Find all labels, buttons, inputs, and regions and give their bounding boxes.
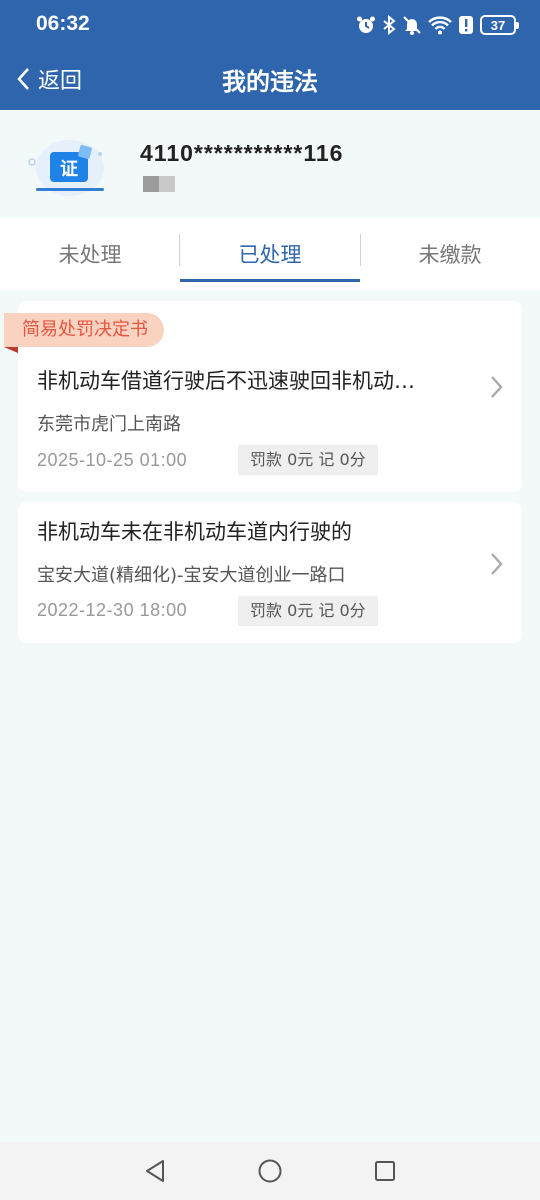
- license-icon-text: 证: [60, 159, 78, 180]
- violation-location: 东莞市虎门上南路: [37, 414, 181, 435]
- tab-divider: [360, 234, 361, 266]
- wifi-icon: [428, 16, 452, 35]
- status-time: 06:32: [36, 12, 90, 35]
- system-nav-bar: [0, 1142, 540, 1200]
- plate-number: 4110***********116: [140, 140, 344, 166]
- bluetooth-icon: [383, 15, 396, 35]
- app-header: 06:32 37 返回 我的违法: [0, 0, 540, 110]
- violation-card[interactable]: 非机动车未在非机动车道内行驶的 宝安大道(精细化)-宝安大道创业一路口 2022…: [18, 502, 522, 643]
- violation-datetime: 2022-12-30 18:00: [37, 600, 188, 620]
- status-icons: 37: [356, 12, 519, 38]
- page-title: 我的违法: [222, 68, 318, 96]
- tab-unpaid[interactable]: 未缴款: [360, 218, 540, 290]
- decision-tag: 简易处罚决定书: [4, 313, 164, 347]
- violation-title: 非机动车未在非机动车道内行驶的: [37, 520, 352, 544]
- status-bar: 06:32 37: [0, 0, 540, 50]
- ribbon-fold: [4, 347, 18, 353]
- penalty-badge: 罚款 0元 记 0分: [238, 596, 378, 626]
- tab-bar: 未处理 已处理 未缴款: [0, 218, 540, 290]
- chevron-right-icon: [491, 376, 503, 398]
- nav-bar: 返回 我的违法: [0, 50, 540, 110]
- mute-icon: [403, 16, 421, 35]
- tab-processed[interactable]: 已处理: [180, 218, 360, 290]
- chevron-right-icon: [491, 553, 503, 575]
- tab-unprocessed[interactable]: 未处理: [0, 218, 180, 290]
- alert-icon: [459, 16, 473, 34]
- home-circle-icon[interactable]: [257, 1158, 283, 1184]
- profile-section: 证 4110***********116: [0, 110, 540, 218]
- violation-card[interactable]: 简易处罚决定书 非机动车借道行驶后不迅速驶回非机动… 东莞市虎门上南路 2025…: [4, 301, 522, 492]
- battery-icon: 37: [480, 15, 519, 35]
- violation-datetime: 2025-10-25 01:00: [37, 450, 188, 470]
- driver-license-icon: 证: [28, 140, 104, 196]
- recents-square-icon[interactable]: [373, 1158, 397, 1184]
- penalty-badge: 罚款 0元 记 0分: [238, 445, 378, 475]
- masked-name: [143, 176, 175, 192]
- violation-title: 非机动车借道行驶后不迅速驶回非机动…: [37, 369, 415, 393]
- alarm-icon: [357, 16, 375, 33]
- tab-divider: [179, 234, 180, 266]
- back-triangle-icon[interactable]: [143, 1158, 167, 1184]
- violation-location: 宝安大道(精细化)-宝安大道创业一路口: [37, 565, 346, 586]
